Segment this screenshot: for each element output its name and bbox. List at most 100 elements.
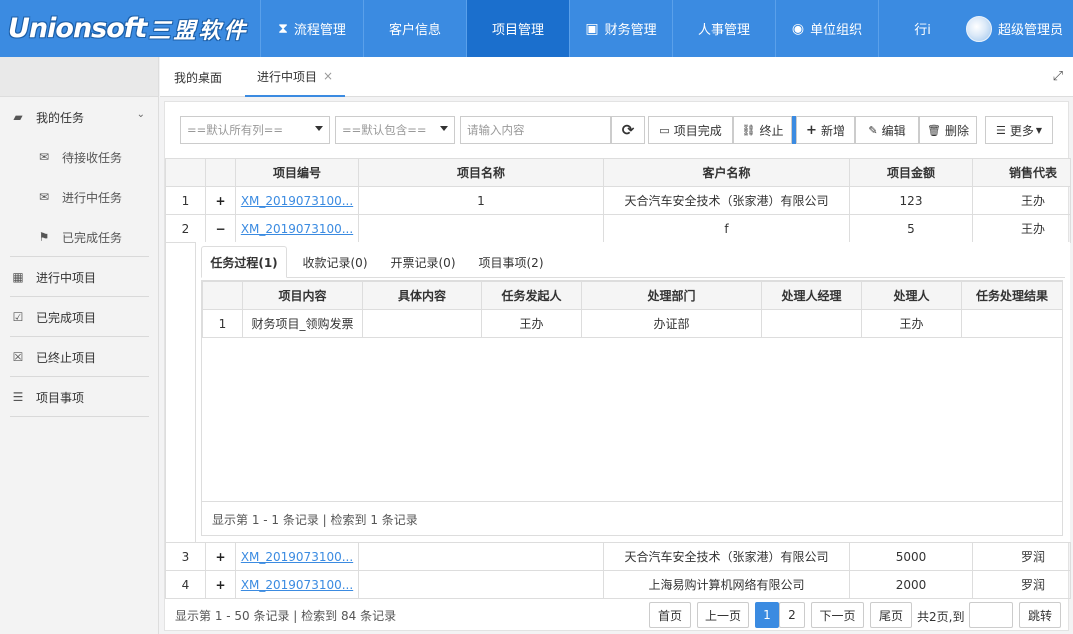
sidebar-item-active-projects[interactable]: ▦ 进行中项目	[10, 257, 149, 297]
nav-item-admin[interactable]: 行i	[878, 0, 966, 57]
column-select[interactable]: ==默认所有列==	[180, 116, 330, 144]
nav-item-finance[interactable]: ▣ 财务管理	[569, 0, 672, 57]
sidebar-item-my-tasks[interactable]: ▰ 我的任务 ⌄	[10, 97, 149, 137]
sidebar-item-label: 待接收任务	[62, 150, 123, 165]
caret-down-icon	[315, 126, 323, 131]
go-button[interactable]: 跳转	[1019, 602, 1061, 628]
edit-button[interactable]: ✎ 编辑	[855, 116, 919, 144]
terminate-button[interactable]: ⛓ 终止	[733, 116, 792, 144]
more-button[interactable]: ☰ 更多 ▼	[985, 116, 1053, 144]
match-select[interactable]: ==默认包含==	[335, 116, 455, 144]
nav-item-workflow[interactable]: ⧗ 流程管理	[260, 0, 363, 57]
col-header-handler[interactable]: 处理人	[861, 281, 962, 310]
project-code-link[interactable]: XM_2019073100...	[235, 570, 359, 599]
search-placeholder: 请输入内容	[467, 123, 525, 137]
col-header-detail[interactable]: 具体内容	[362, 281, 482, 310]
sidebar-item-project-matters[interactable]: ☰ 项目事项	[10, 377, 149, 417]
link-text[interactable]: XM_2019073100...	[241, 550, 353, 564]
col-header-amount[interactable]: 项目金额	[849, 158, 973, 187]
link-text[interactable]: XM_2019073100...	[241, 578, 353, 592]
col-header-result[interactable]: 任务处理结果	[961, 281, 1063, 310]
page-2-button[interactable]: 2	[779, 602, 805, 628]
tab-payment-records[interactable]: 收款记录(0)	[293, 246, 377, 278]
tab-invoice-records[interactable]: 开票记录(0)	[381, 246, 465, 278]
envelope-icon: ✉	[38, 150, 50, 164]
table-row[interactable]: 1 + XM_2019073100... 1 天合汽车安全技术（张家港）有限公司…	[165, 186, 1071, 215]
sidebar-item-pending-tasks[interactable]: ✉ 待接收任务	[36, 137, 149, 177]
amount-cell: 2000	[849, 570, 973, 599]
project-code-link[interactable]: XM_2019073100...	[235, 186, 359, 215]
tab-active-projects[interactable]: 进行中项目 ×	[245, 57, 346, 97]
sidebar-item-active-tasks[interactable]: ✉ 进行中任务	[36, 177, 149, 217]
col-header-code[interactable]: 项目编号	[235, 158, 359, 187]
expand-toggle[interactable]: +	[205, 186, 236, 215]
prev-page-button[interactable]: 上一页	[697, 602, 749, 628]
table-row[interactable]: 4 + XM_2019073100... 上海易购计算机网络有限公司 2000 …	[165, 570, 1071, 599]
fullscreen-icon[interactable]: ⤢	[1053, 69, 1063, 84]
expand-toggle[interactable]: +	[205, 542, 236, 571]
complete-project-button[interactable]: ▭ 项目完成	[648, 116, 733, 144]
link-text[interactable]: XM_2019073100...	[241, 194, 353, 208]
last-page-button[interactable]: 尾页	[870, 602, 912, 628]
table-row[interactable]: 1 财务项目_领购发票 王办 办证部 王办	[202, 309, 1063, 338]
project-code-link[interactable]: XM_2019073100...	[235, 542, 359, 571]
refresh-button[interactable]: ⟳	[611, 116, 645, 144]
col-header-dept[interactable]: 处理部门	[581, 281, 762, 310]
col-header-name[interactable]: 项目名称	[358, 158, 604, 187]
table-header-row: 项目内容 具体内容 任务发起人 处理部门 处理人经理 处理人 任务处理结果	[202, 281, 1063, 310]
next-page-button[interactable]: 下一页	[811, 602, 864, 628]
row-index: 4	[165, 570, 206, 599]
link-text[interactable]: XM_2019073100...	[241, 222, 353, 236]
close-icon[interactable]: ×	[323, 69, 333, 83]
sidebar-item-done-projects[interactable]: ☑ 已完成项目	[10, 297, 149, 337]
col-header-index	[165, 158, 206, 187]
nav-item-hr[interactable]: 人事管理	[672, 0, 775, 57]
project-name-cell	[358, 542, 604, 571]
project-code-link[interactable]: XM_2019073100...	[235, 214, 359, 243]
col-header-customer[interactable]: 客户名称	[603, 158, 850, 187]
logo: Unionsoft 三盟软件	[0, 0, 260, 57]
sidebar-item-label: 已完成任务	[62, 230, 123, 245]
col-header-manager[interactable]: 处理人经理	[761, 281, 862, 310]
col-header-initiator[interactable]: 任务发起人	[481, 281, 582, 310]
col-header-sales[interactable]: 销售代表	[972, 158, 1071, 187]
nav-item-org[interactable]: ◉ 单位组织	[775, 0, 878, 57]
table-row[interactable]: 2 − XM_2019073100... f 5 王办	[165, 214, 1071, 243]
search-input[interactable]: 请输入内容	[460, 116, 611, 144]
button-label: 更多	[1009, 123, 1034, 138]
first-page-button[interactable]: 首页	[649, 602, 691, 628]
task-process-table-box: 项目内容 具体内容 任务发起人 处理部门 处理人经理 处理人 任务处理结果 1 …	[201, 280, 1063, 536]
tab-project-matters[interactable]: 项目事项(2)	[471, 246, 551, 278]
delete-button[interactable]: 🗑 删除	[919, 116, 977, 144]
refresh-icon: ⟳	[621, 121, 635, 139]
nav-item-customers[interactable]: 客户信息	[363, 0, 466, 57]
user-menu[interactable]: 超级管理员	[965, 0, 1063, 57]
row-detail-panel: 任务过程(1) 收款记录(0) 开票记录(0) 项目事项(2) 项目内容 具体内…	[195, 242, 1070, 543]
page-1-button[interactable]: 1	[755, 602, 779, 628]
row-index: 3	[165, 542, 206, 571]
sidebar-item-terminated-projects[interactable]: ☒ 已终止项目	[10, 337, 149, 377]
calendar-icon: ▦	[12, 270, 24, 284]
row-index: 1	[165, 186, 206, 215]
sidebar: ▰ 我的任务 ⌄ ✉ 待接收任务 ✉ 进行中任务 ⚑ 已完成任务 ▦ 进行中项目…	[0, 57, 159, 634]
tab-my-desktop[interactable]: 我的桌面	[174, 57, 222, 97]
col-header-content[interactable]: 项目内容	[242, 281, 363, 310]
sidebar-item-done-tasks[interactable]: ⚑ 已完成任务	[36, 217, 149, 257]
add-button[interactable]: + 新增	[796, 116, 855, 144]
sales-cell: 王办	[972, 214, 1071, 243]
page-number-input[interactable]	[969, 602, 1013, 628]
project-table-continued: 3 + XM_2019073100... 天合汽车安全技术（张家港）有限公司 5…	[165, 542, 1071, 599]
expand-toggle[interactable]: +	[205, 570, 236, 599]
table-row[interactable]: 3 + XM_2019073100... 天合汽车安全技术（张家港）有限公司 5…	[165, 542, 1071, 571]
logo-cn: 三盟软件	[148, 17, 249, 44]
nav-item-projects[interactable]: 项目管理	[466, 0, 569, 57]
sitemap-icon: ⛓	[741, 123, 756, 137]
tab-label: 我的桌面	[174, 70, 223, 85]
initiator-cell: 王办	[481, 309, 582, 338]
customer-cell: 天合汽车安全技术（张家港）有限公司	[603, 186, 850, 215]
row-index: 2	[165, 214, 206, 243]
table-header-row: 项目编号 项目名称 客户名称 项目金额 销售代表	[165, 158, 1071, 187]
tab-task-process[interactable]: 任务过程(1)	[201, 246, 287, 278]
collapse-toggle[interactable]: −	[205, 214, 236, 243]
nav-label: 客户信息	[388, 23, 441, 38]
